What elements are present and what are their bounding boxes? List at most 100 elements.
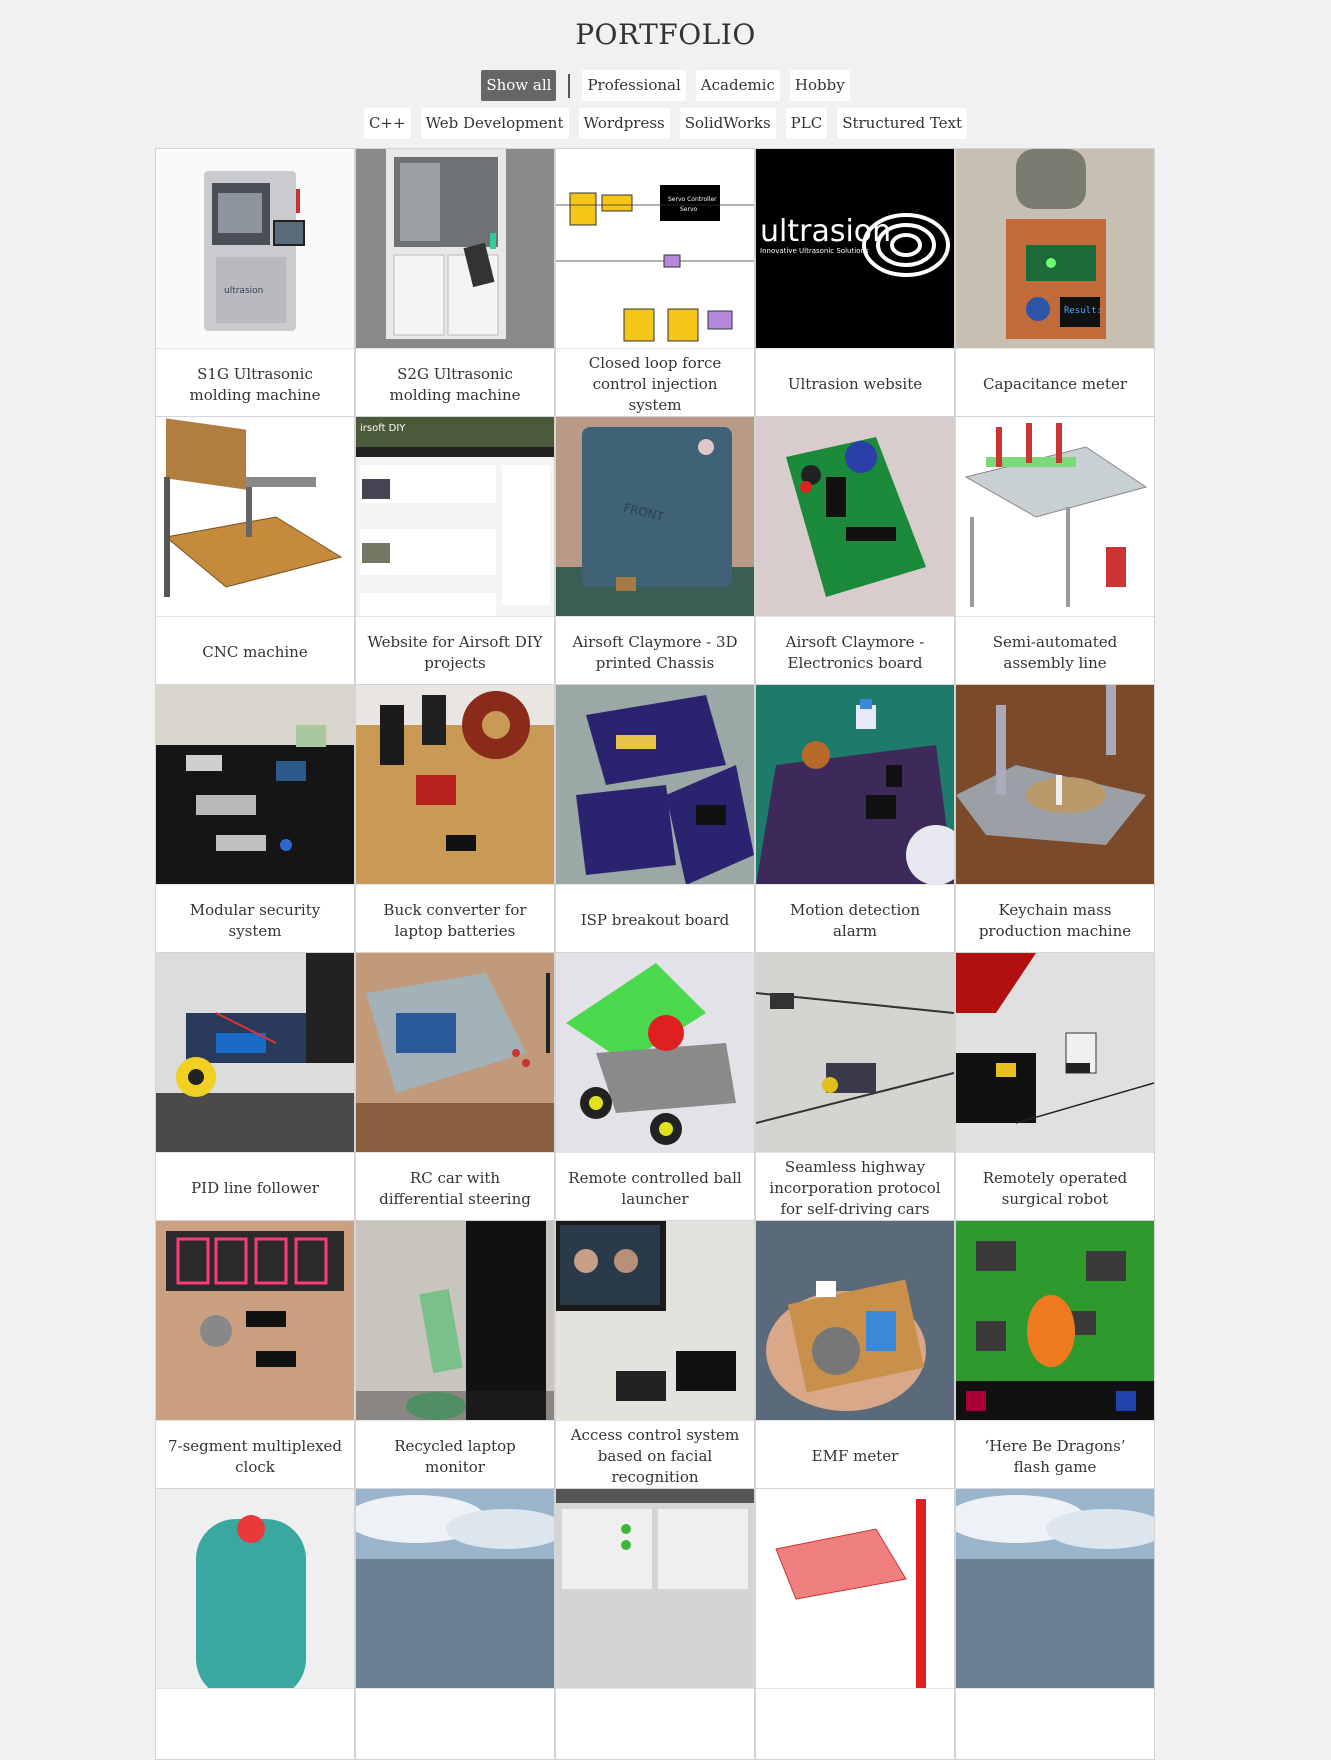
project-thumbnail[interactable] bbox=[956, 953, 1154, 1153]
project-title[interactable]: S1G Ultrasonic molding machine bbox=[156, 350, 354, 419]
filter-cpp[interactable]: C++ bbox=[363, 108, 411, 139]
portfolio-card[interactable] bbox=[355, 1488, 555, 1760]
portfolio-card[interactable]: ultrasion S1G Ultrasonic molding machine bbox=[155, 148, 355, 420]
project-thumbnail[interactable] bbox=[756, 1489, 954, 1689]
filter-academic[interactable]: Academic bbox=[695, 70, 780, 101]
project-title[interactable]: Seamless highway incorporation protocol … bbox=[756, 1154, 954, 1223]
project-thumbnail[interactable]: irsoft DIY bbox=[356, 417, 554, 617]
project-thumbnail[interactable] bbox=[356, 685, 554, 885]
project-title[interactable]: Buck converter for laptop batteries bbox=[356, 886, 554, 955]
project-title[interactable]: Website for Airsoft DIY projects bbox=[356, 618, 554, 687]
portfolio-card[interactable]: EMF meter bbox=[755, 1220, 955, 1492]
portfolio-card[interactable]: irsoft DIY Website for Airsoft DIY proje… bbox=[355, 416, 555, 688]
portfolio-card[interactable] bbox=[555, 1488, 755, 1760]
portfolio-card[interactable]: Remotely operated surgical robot bbox=[955, 952, 1155, 1224]
project-title[interactable]: PID line follower bbox=[156, 1154, 354, 1223]
project-title[interactable] bbox=[756, 1690, 954, 1759]
portfolio-card[interactable]: Semi-automated assembly line bbox=[955, 416, 1155, 688]
portfolio-card[interactable]: CNC machine bbox=[155, 416, 355, 688]
portfolio-card[interactable] bbox=[955, 1488, 1155, 1760]
project-title[interactable]: Airsoft Claymore - Electronics board bbox=[756, 618, 954, 687]
project-title[interactable] bbox=[156, 1690, 354, 1759]
project-thumbnail[interactable] bbox=[956, 1489, 1154, 1689]
project-title[interactable]: Remote controlled ball launcher bbox=[556, 1154, 754, 1223]
filter-professional[interactable]: Professional bbox=[582, 70, 686, 101]
portfolio-card[interactable] bbox=[755, 1488, 955, 1760]
project-thumbnail[interactable] bbox=[956, 1221, 1154, 1421]
portfolio-card[interactable]: Modular security system bbox=[155, 684, 355, 956]
project-thumbnail[interactable]: Servo Controller Servo bbox=[556, 149, 754, 349]
project-thumbnail[interactable] bbox=[956, 685, 1154, 885]
project-thumbnail[interactable]: ultrasion Innovative Ultrasonic Solution… bbox=[756, 149, 954, 349]
project-title[interactable]: Modular security system bbox=[156, 886, 354, 955]
portfolio-card[interactable]: Recycled laptop monitor bbox=[355, 1220, 555, 1492]
portfolio-card[interactable]: Remote controlled ball launcher bbox=[555, 952, 755, 1224]
portfolio-card[interactable]: ISP breakout board bbox=[555, 684, 755, 956]
project-title[interactable]: Motion detection alarm bbox=[756, 886, 954, 955]
portfolio-card[interactable] bbox=[155, 1488, 355, 1760]
portfolio-card[interactable]: RC car with differential steering bbox=[355, 952, 555, 1224]
project-title[interactable]: Access control system based on facial re… bbox=[556, 1422, 754, 1491]
project-thumbnail[interactable] bbox=[556, 953, 754, 1153]
filter-wordpress[interactable]: Wordpress bbox=[578, 108, 670, 139]
project-thumbnail[interactable] bbox=[156, 1489, 354, 1689]
filter-solidworks[interactable]: SolidWorks bbox=[679, 108, 776, 139]
project-title[interactable]: Semi-automated assembly line bbox=[956, 618, 1154, 687]
portfolio-card[interactable]: Result: Capacitance meter bbox=[955, 148, 1155, 420]
portfolio-card[interactable]: Motion detection alarm bbox=[755, 684, 955, 956]
portfolio-card[interactable]: PID line follower bbox=[155, 952, 355, 1224]
project-title[interactable]: ISP breakout board bbox=[556, 886, 754, 955]
project-thumbnail[interactable] bbox=[756, 1221, 954, 1421]
project-title[interactable] bbox=[956, 1690, 1154, 1759]
project-thumbnail[interactable] bbox=[156, 685, 354, 885]
portfolio-card[interactable]: Seamless highway incorporation protocol … bbox=[755, 952, 955, 1224]
project-thumbnail[interactable] bbox=[756, 685, 954, 885]
project-thumbnail[interactable] bbox=[956, 417, 1154, 617]
project-title[interactable]: S2G Ultrasonic molding machine bbox=[356, 350, 554, 419]
project-title[interactable]: EMF meter bbox=[756, 1422, 954, 1491]
project-thumbnail[interactable]: ultrasion bbox=[156, 149, 354, 349]
project-thumbnail[interactable] bbox=[556, 1489, 754, 1689]
project-title[interactable] bbox=[356, 1690, 554, 1759]
filter-show-all[interactable]: Show all bbox=[481, 70, 557, 101]
project-title[interactable]: CNC machine bbox=[156, 618, 354, 687]
project-title[interactable]: Airsoft Claymore - 3D printed Chassis bbox=[556, 618, 754, 687]
project-thumbnail[interactable] bbox=[556, 685, 754, 885]
filter-hobby[interactable]: Hobby bbox=[789, 70, 850, 101]
project-thumbnail[interactable] bbox=[556, 1221, 754, 1421]
portfolio-card[interactable]: 7-segment multiplexed clock bbox=[155, 1220, 355, 1492]
project-title[interactable]: Capacitance meter bbox=[956, 350, 1154, 419]
portfolio-card[interactable]: S2G Ultrasonic molding machine bbox=[355, 148, 555, 420]
project-thumbnail[interactable]: FRONT bbox=[556, 417, 754, 617]
project-title[interactable]: Ultrasion website bbox=[756, 350, 954, 419]
project-title[interactable] bbox=[556, 1690, 754, 1759]
project-thumbnail[interactable] bbox=[356, 953, 554, 1153]
project-thumbnail[interactable] bbox=[156, 953, 354, 1153]
portfolio-card[interactable]: Buck converter for laptop batteries bbox=[355, 684, 555, 956]
portfolio-card[interactable]: ultrasion Innovative Ultrasonic Solution… bbox=[755, 148, 955, 420]
project-thumbnail[interactable] bbox=[156, 1221, 354, 1421]
portfolio-card[interactable]: Keychain mass production machine bbox=[955, 684, 1155, 956]
project-thumbnail[interactable] bbox=[756, 953, 954, 1153]
filter-web-development[interactable]: Web Development bbox=[420, 108, 569, 139]
project-title[interactable]: Recycled laptop monitor bbox=[356, 1422, 554, 1491]
project-title[interactable]: Remotely operated surgical robot bbox=[956, 1154, 1154, 1223]
project-title[interactable]: RC car with differential steering bbox=[356, 1154, 554, 1223]
project-thumbnail[interactable] bbox=[156, 417, 354, 617]
project-title[interactable]: Closed loop force control injection syst… bbox=[556, 350, 754, 419]
filter-structured-text[interactable]: Structured Text bbox=[837, 108, 968, 139]
project-title[interactable]: Keychain mass production machine bbox=[956, 886, 1154, 955]
project-thumbnail[interactable] bbox=[356, 1221, 554, 1421]
project-title[interactable]: 7-segment multiplexed clock bbox=[156, 1422, 354, 1491]
project-thumbnail[interactable] bbox=[356, 1489, 554, 1689]
project-thumbnail[interactable] bbox=[356, 149, 554, 349]
portfolio-card[interactable]: Servo Controller Servo Closed loop force… bbox=[555, 148, 755, 420]
project-title[interactable]: ‘Here Be Dragons’ flash game bbox=[956, 1422, 1154, 1491]
portfolio-card[interactable]: FRONT Airsoft Claymore - 3D printed Chas… bbox=[555, 416, 755, 688]
filter-plc[interactable]: PLC bbox=[785, 108, 828, 139]
project-thumbnail[interactable]: Result: bbox=[956, 149, 1154, 349]
portfolio-card[interactable]: Access control system based on facial re… bbox=[555, 1220, 755, 1492]
portfolio-card[interactable]: Airsoft Claymore - Electronics board bbox=[755, 416, 955, 688]
portfolio-card[interactable]: ‘Here Be Dragons’ flash game bbox=[955, 1220, 1155, 1492]
project-thumbnail[interactable] bbox=[756, 417, 954, 617]
